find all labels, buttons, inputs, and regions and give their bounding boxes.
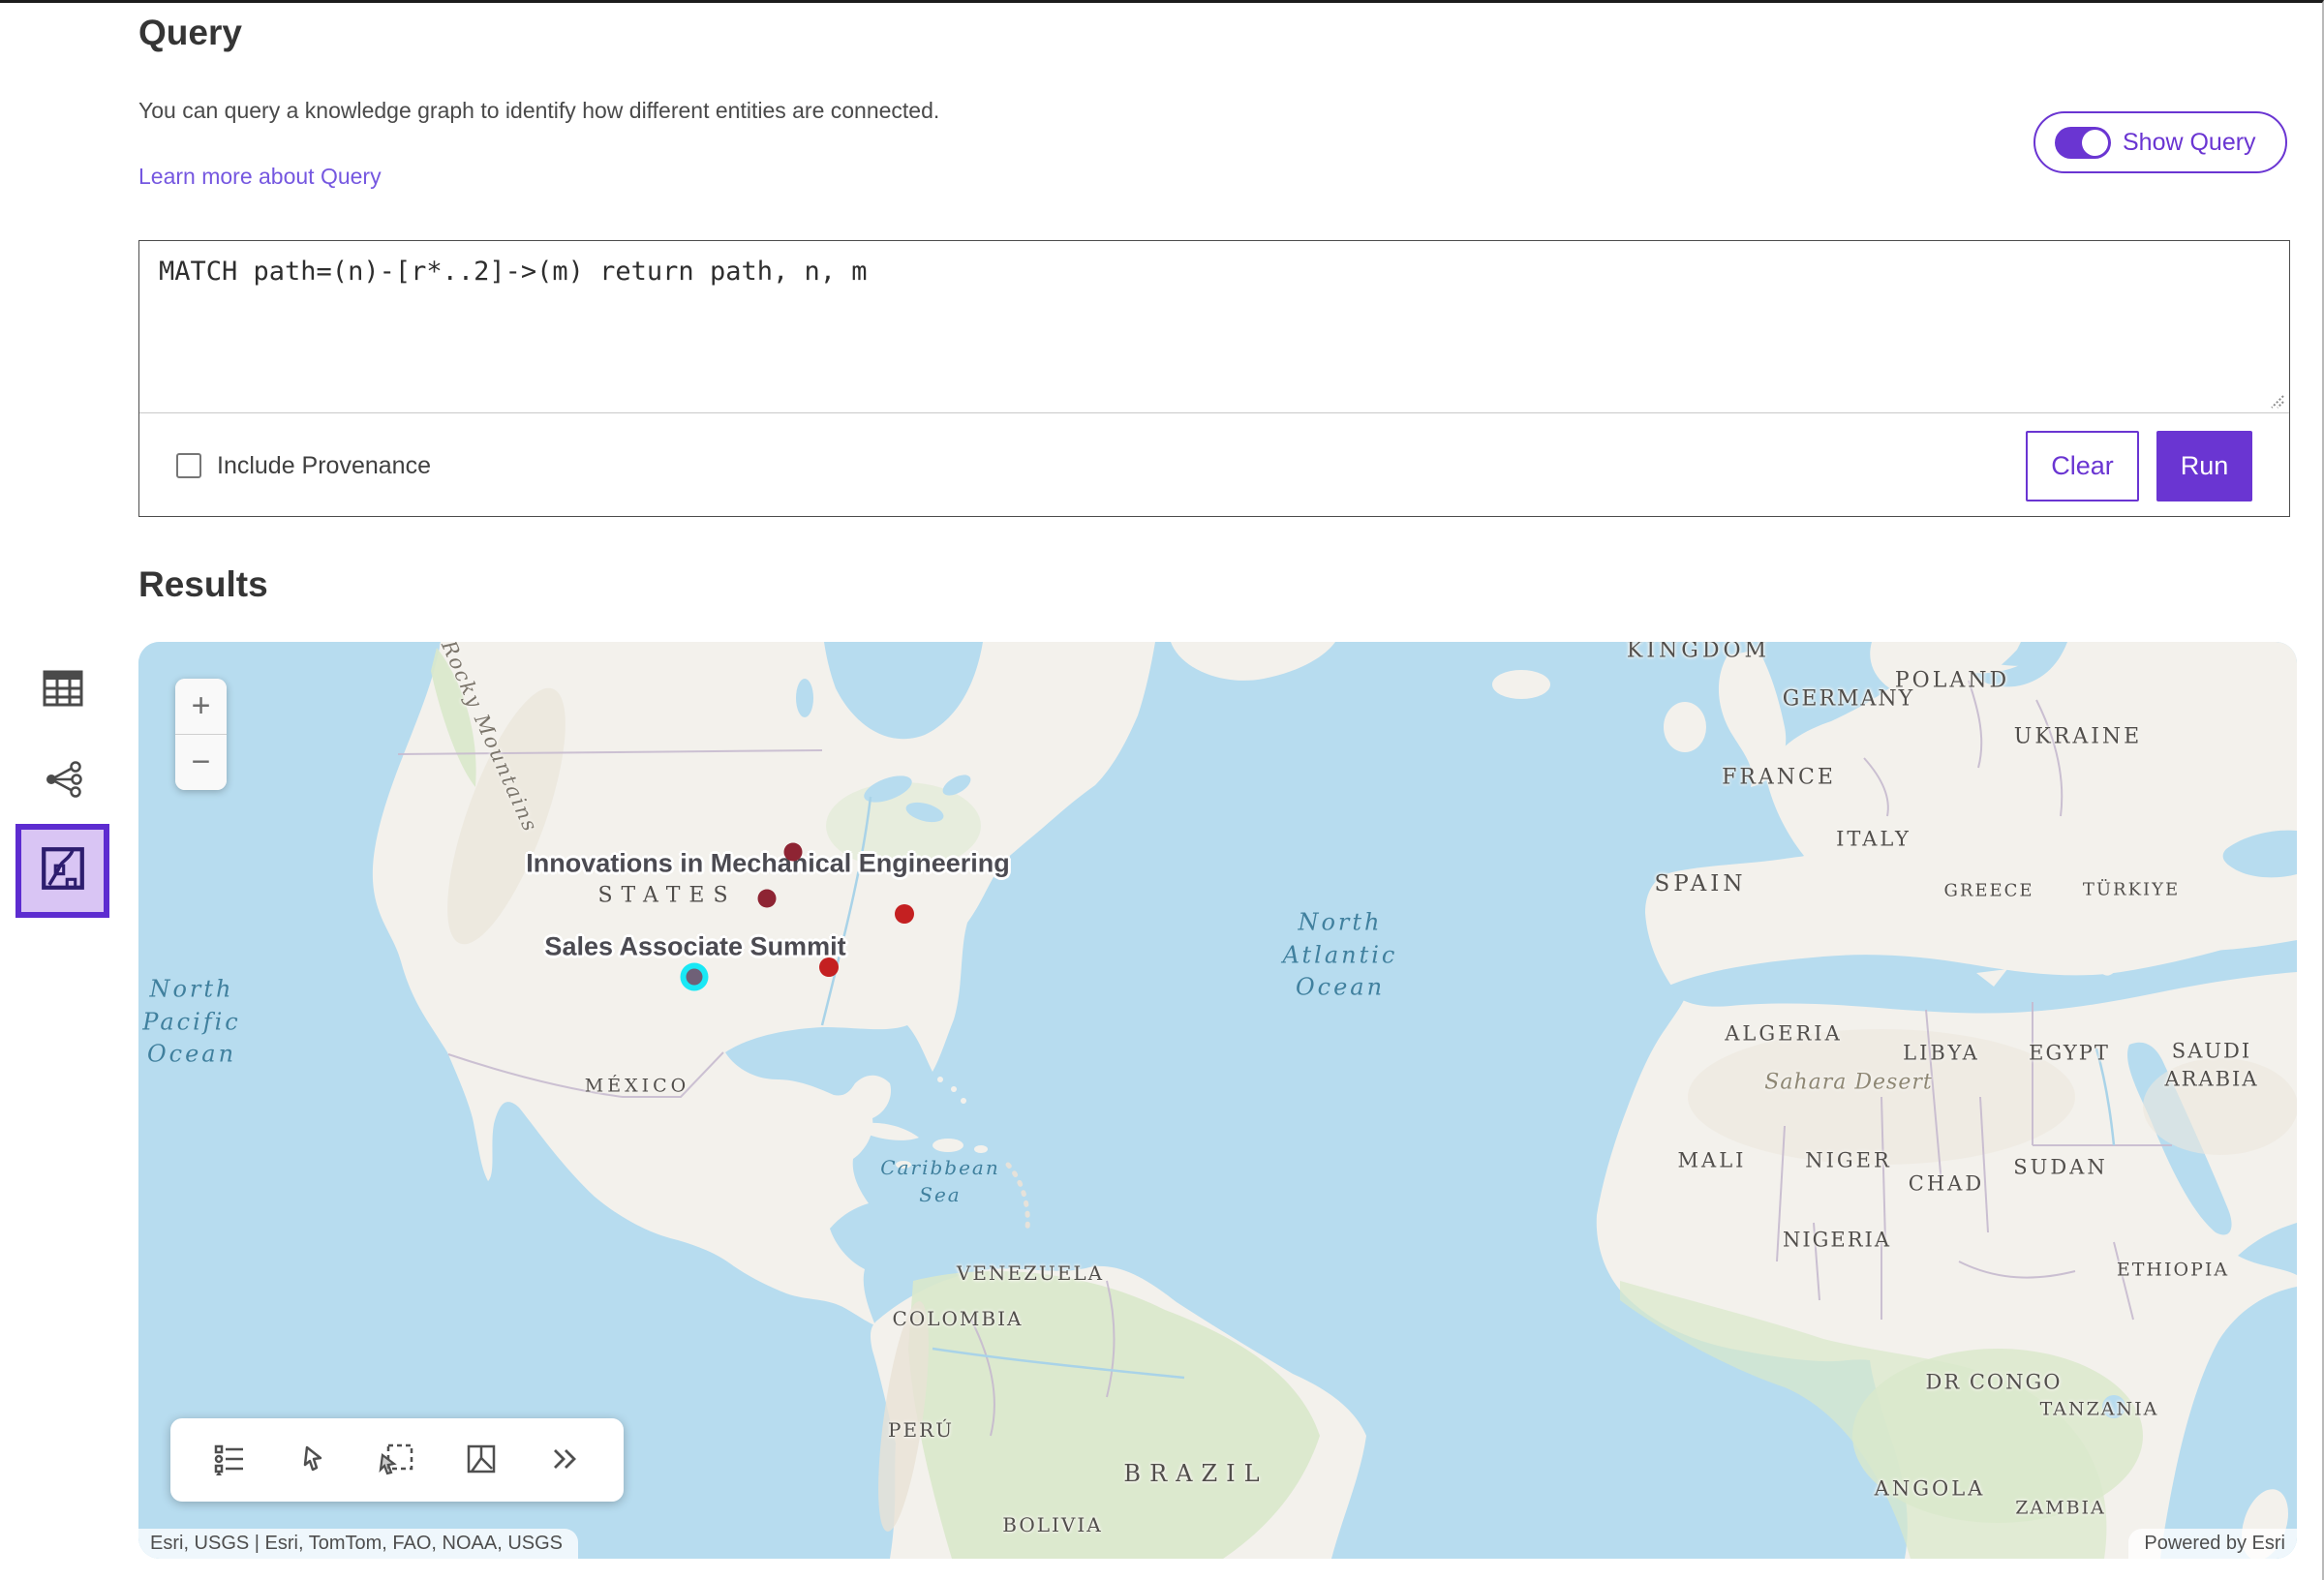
tab-map-view[interactable] [15, 824, 109, 918]
tab-graph-view[interactable] [41, 758, 85, 803]
map-marker[interactable] [819, 957, 839, 977]
resize-handle-icon[interactable] [2268, 392, 2285, 414]
powered-by-esri: Powered by Esri [2128, 1529, 2297, 1559]
show-query-label: Show Query [2123, 129, 2256, 157]
select-tool-button[interactable] [291, 1438, 334, 1483]
network-icon [43, 761, 83, 801]
double-chevron-icon [547, 1444, 582, 1476]
toggle-switch-icon[interactable] [2055, 127, 2111, 159]
map-zoom-control: + − [175, 679, 227, 790]
query-input[interactable]: MATCH path=(n)-[r*..2]->(m) return path,… [139, 241, 2289, 413]
map-toolbar [170, 1418, 624, 1502]
toolbar-expand-button[interactable] [543, 1441, 586, 1480]
cursor-icon [295, 1442, 330, 1479]
map-marker-selected[interactable] [687, 969, 703, 986]
zoom-out-button[interactable]: − [175, 735, 227, 790]
polygon-select-icon [464, 1442, 499, 1479]
include-provenance-label: Include Provenance [217, 452, 431, 480]
map-marker[interactable] [758, 890, 777, 908]
map-icon [40, 845, 86, 896]
map-attribution: Esri, USGS | Esri, TomTom, FAO, NOAA, US… [138, 1529, 578, 1559]
map-marker[interactable] [784, 843, 803, 862]
show-query-toggle[interactable]: Show Query [2034, 111, 2287, 173]
table-icon [43, 670, 83, 710]
run-button[interactable]: Run [2156, 431, 2252, 501]
query-editor: MATCH path=(n)-[r*..2]->(m) return path,… [138, 240, 2290, 517]
page-title: Query [138, 13, 242, 53]
map-marker[interactable] [895, 904, 914, 924]
results-title: Results [138, 564, 268, 605]
query-description: You can query a knowledge graph to ident… [138, 98, 939, 124]
learn-more-link[interactable]: Learn more about Query [138, 164, 382, 190]
select-features-button[interactable] [375, 1438, 419, 1483]
query-page: Query You can query a knowledge graph to… [0, 0, 2324, 1580]
tab-table-view[interactable] [41, 667, 85, 712]
query-footer: Include Provenance Clear Run [139, 415, 2289, 516]
map-view[interactable]: KINGDOMPOLANDGERMANYUKRAINEFRANCEITALYSP… [138, 642, 2297, 1559]
legend-button[interactable] [208, 1438, 251, 1483]
include-provenance-checkbox[interactable] [176, 453, 201, 478]
zoom-in-button[interactable]: + [175, 679, 227, 734]
select-rectangle-icon [379, 1442, 415, 1479]
select-polygon-button[interactable] [460, 1438, 503, 1483]
legend-icon [212, 1442, 247, 1479]
clear-button[interactable]: Clear [2026, 431, 2139, 501]
